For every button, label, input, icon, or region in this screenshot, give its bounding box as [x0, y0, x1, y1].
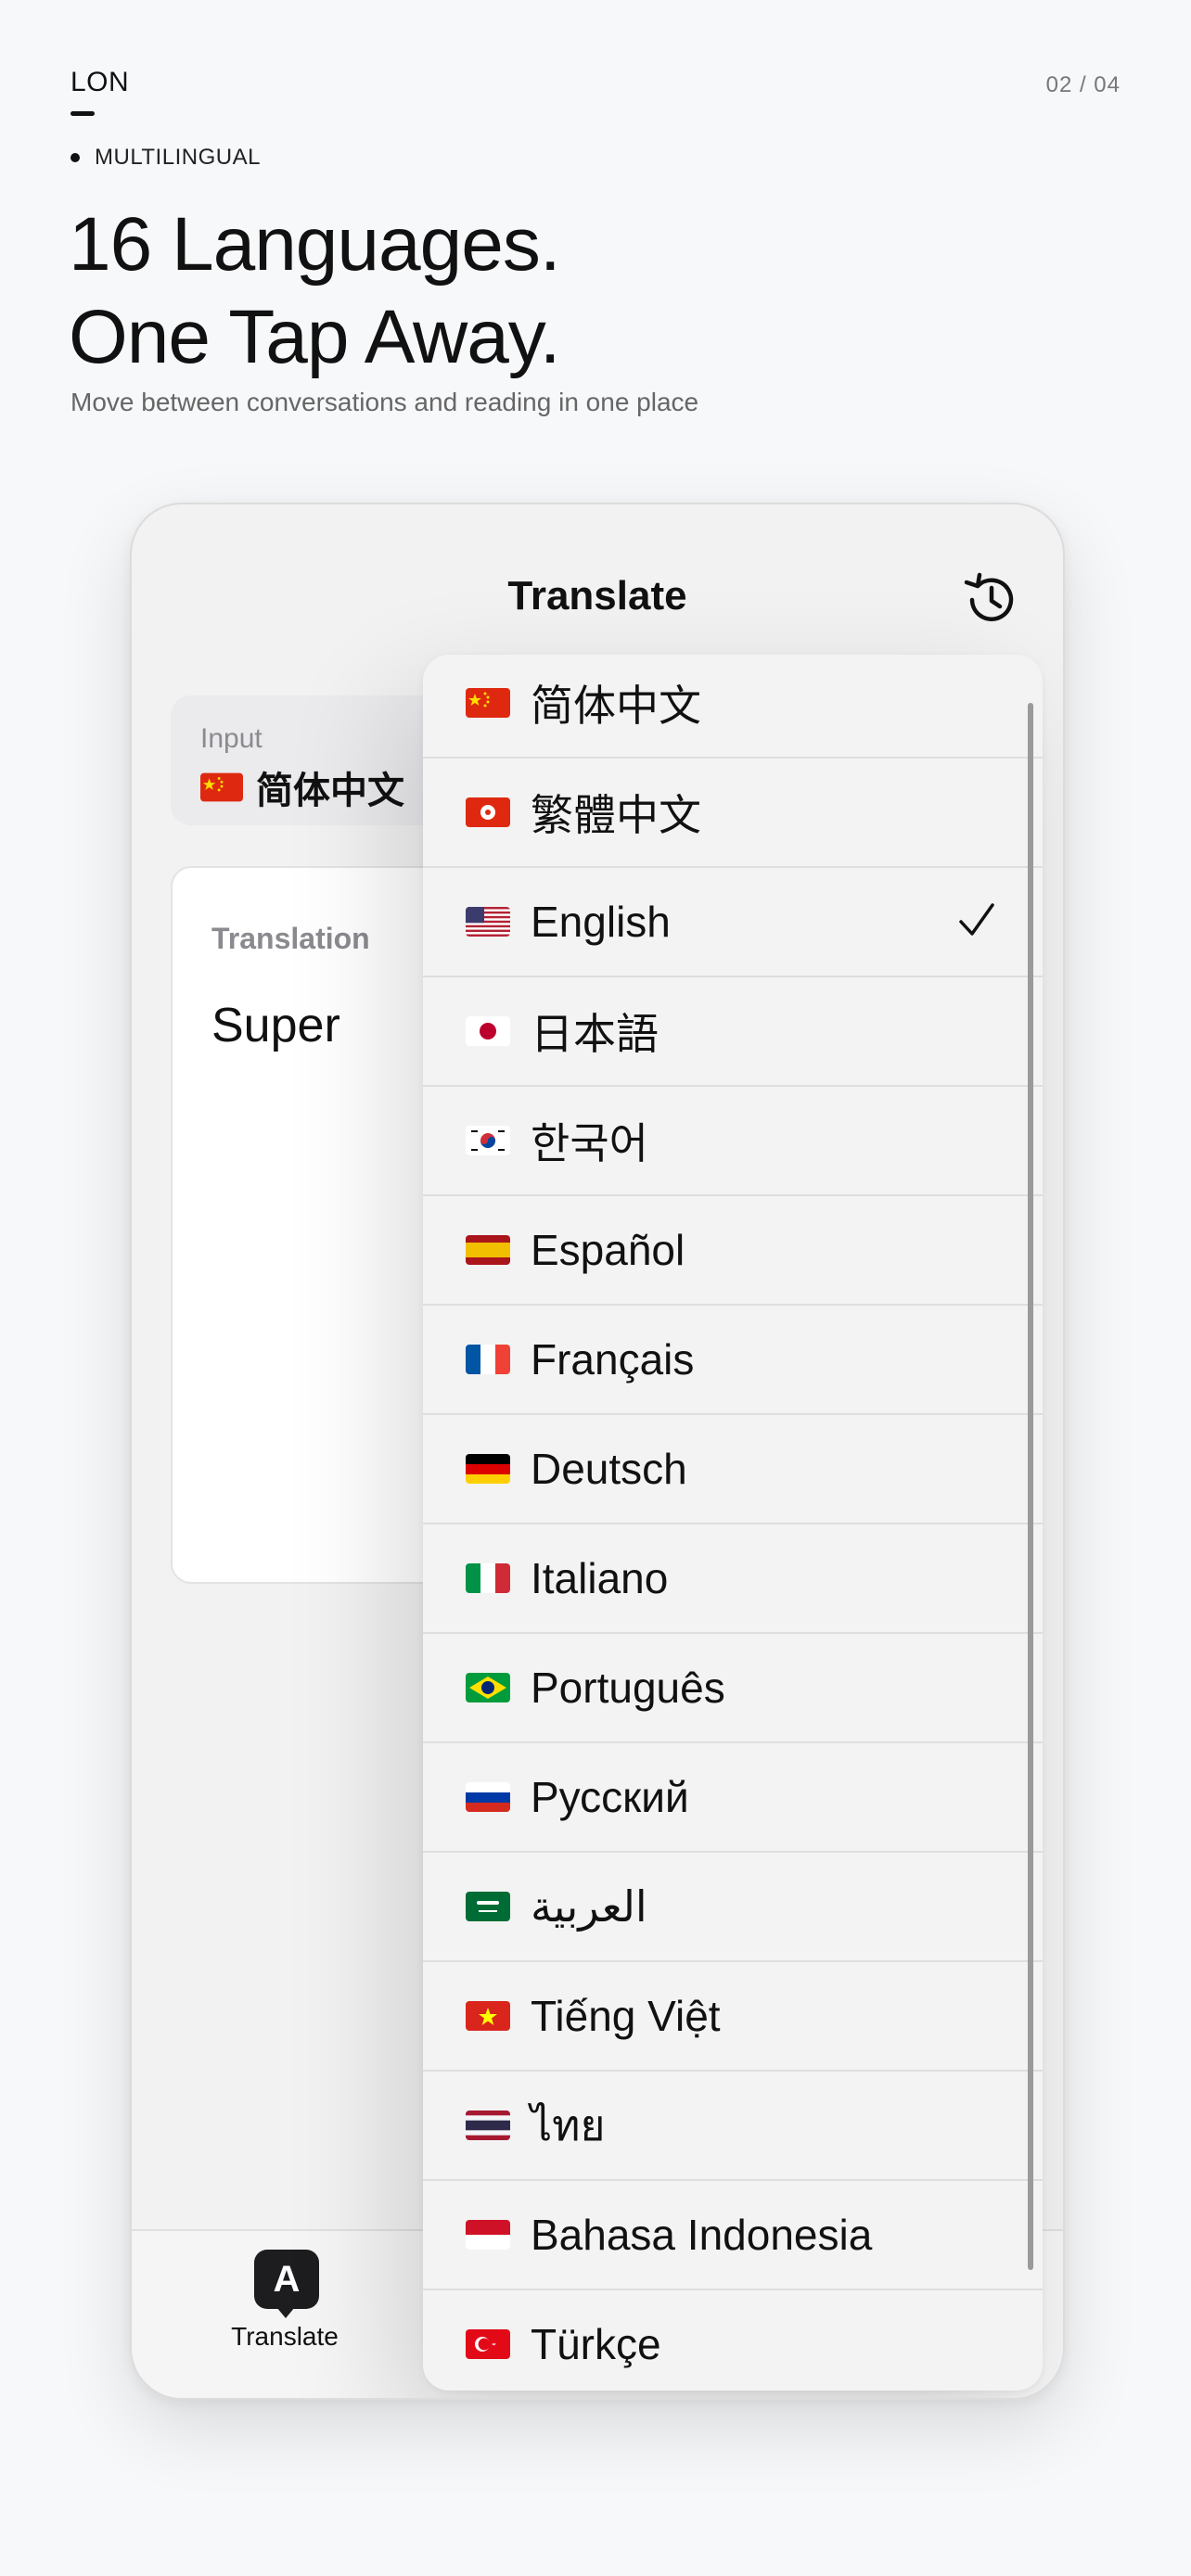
th-flag-icon: [466, 2111, 510, 2140]
id-flag-icon: [466, 2220, 510, 2250]
page-indicator: 02 / 04: [1045, 72, 1121, 97]
fr-flag-icon: [466, 1345, 510, 1374]
tr-flag-icon: [466, 2329, 510, 2359]
language-option[interactable]: العربية: [423, 1853, 1043, 1962]
language-option[interactable]: 한국어: [423, 1087, 1043, 1196]
language-option-label: Русский: [531, 1773, 689, 1821]
language-option-label: 繁體中文: [531, 791, 701, 839]
language-option[interactable]: Deutsch: [423, 1415, 1043, 1524]
language-option-label: Français: [531, 1335, 695, 1384]
language-option[interactable]: Türkçe: [423, 2290, 1043, 2391]
translation-label: Translation: [211, 922, 370, 955]
es-flag-icon: [466, 1235, 510, 1265]
vn-flag-icon: [466, 2001, 510, 2031]
it-flag-icon: [466, 1563, 510, 1593]
language-option[interactable]: Español: [423, 1196, 1043, 1306]
language-option-label: العربية: [531, 1882, 647, 1931]
hk-flag-icon: [466, 797, 510, 827]
language-option-label: Italiano: [531, 1554, 669, 1602]
device-frame: Translate Input 简体中文 Translation Super A…: [130, 503, 1065, 2400]
language-option[interactable]: Tiếng Việt: [423, 1962, 1043, 2072]
jp-flag-icon: [466, 1016, 510, 1046]
language-option-label: Türkçe: [531, 2320, 661, 2368]
section-tag-label: MULTILINGUAL: [95, 145, 261, 170]
language-option-label: Português: [531, 1664, 725, 1712]
language-option[interactable]: Bahasa Indonesia: [423, 2181, 1043, 2290]
tab-translate-label[interactable]: Translate: [206, 2322, 364, 2352]
input-language: 简体中文: [200, 760, 404, 814]
section-tag: MULTILINGUAL: [70, 145, 261, 171]
language-option-label: Deutsch: [531, 1445, 687, 1493]
kr-flag-icon: [466, 1126, 510, 1155]
page-subtitle: Move between conversations and reading i…: [70, 388, 699, 416]
language-dropdown: 简体中文繁體中文 English 日本語 한국어 Español Français Deut…: [423, 655, 1043, 2391]
language-option[interactable]: Русский: [423, 1743, 1043, 1853]
language-option[interactable]: Français: [423, 1306, 1043, 1415]
page-headline: 16 Languages. One Tap Away.: [69, 198, 561, 384]
de-flag-icon: [466, 1454, 510, 1484]
brand-logo: LON: [70, 67, 130, 97]
language-option-label: 日本語: [531, 1010, 659, 1058]
input-language-selector[interactable]: Input 简体中文: [171, 695, 449, 825]
us-flag-icon: [466, 907, 510, 937]
language-option-label: ไทย: [531, 2100, 606, 2149]
language-option-label: 한국어: [531, 1119, 648, 1167]
language-option[interactable]: Português: [423, 1634, 1043, 1743]
language-option-label: Bahasa Indonesia: [531, 2211, 873, 2259]
br-flag-icon: [466, 1673, 510, 1702]
language-option-label: Español: [531, 1226, 685, 1274]
language-option[interactable]: ไทย: [423, 2072, 1043, 2181]
history-clock-icon[interactable]: [959, 569, 1020, 631]
brand-underline: [70, 111, 95, 116]
china-flag-icon: [200, 772, 243, 802]
ru-flag-icon: [466, 1782, 510, 1812]
nav-title: Translate: [507, 573, 687, 618]
language-option[interactable]: Italiano: [423, 1524, 1043, 1634]
language-option-label: 简体中文: [531, 682, 701, 730]
translation-text: Super: [211, 999, 340, 1052]
language-option[interactable]: 日本語: [423, 977, 1043, 1087]
language-option-label: Tiếng Việt: [531, 1992, 721, 2040]
language-list: 简体中文繁體中文 English 日本語 한국어 Español Français Deut…: [423, 655, 1043, 2391]
headline-line-2: One Tap Away.: [69, 295, 560, 379]
cn-flag-icon: [466, 688, 510, 718]
scrollbar[interactable]: [1028, 703, 1033, 2270]
translate-tab-icon[interactable]: A: [254, 2250, 319, 2318]
input-label: Input: [200, 723, 263, 754]
input-language-name: 简体中文: [256, 771, 404, 811]
language-option[interactable]: 繁體中文: [423, 759, 1043, 868]
language-option[interactable]: English: [423, 868, 1043, 977]
language-option[interactable]: 简体中文: [423, 655, 1043, 759]
sa-flag-icon: [466, 1892, 510, 1921]
bullet-dot: [70, 153, 80, 162]
headline-line-1: 16 Languages.: [69, 202, 561, 287]
checkmark-icon: [959, 903, 994, 936]
language-option-label: English: [531, 898, 671, 946]
